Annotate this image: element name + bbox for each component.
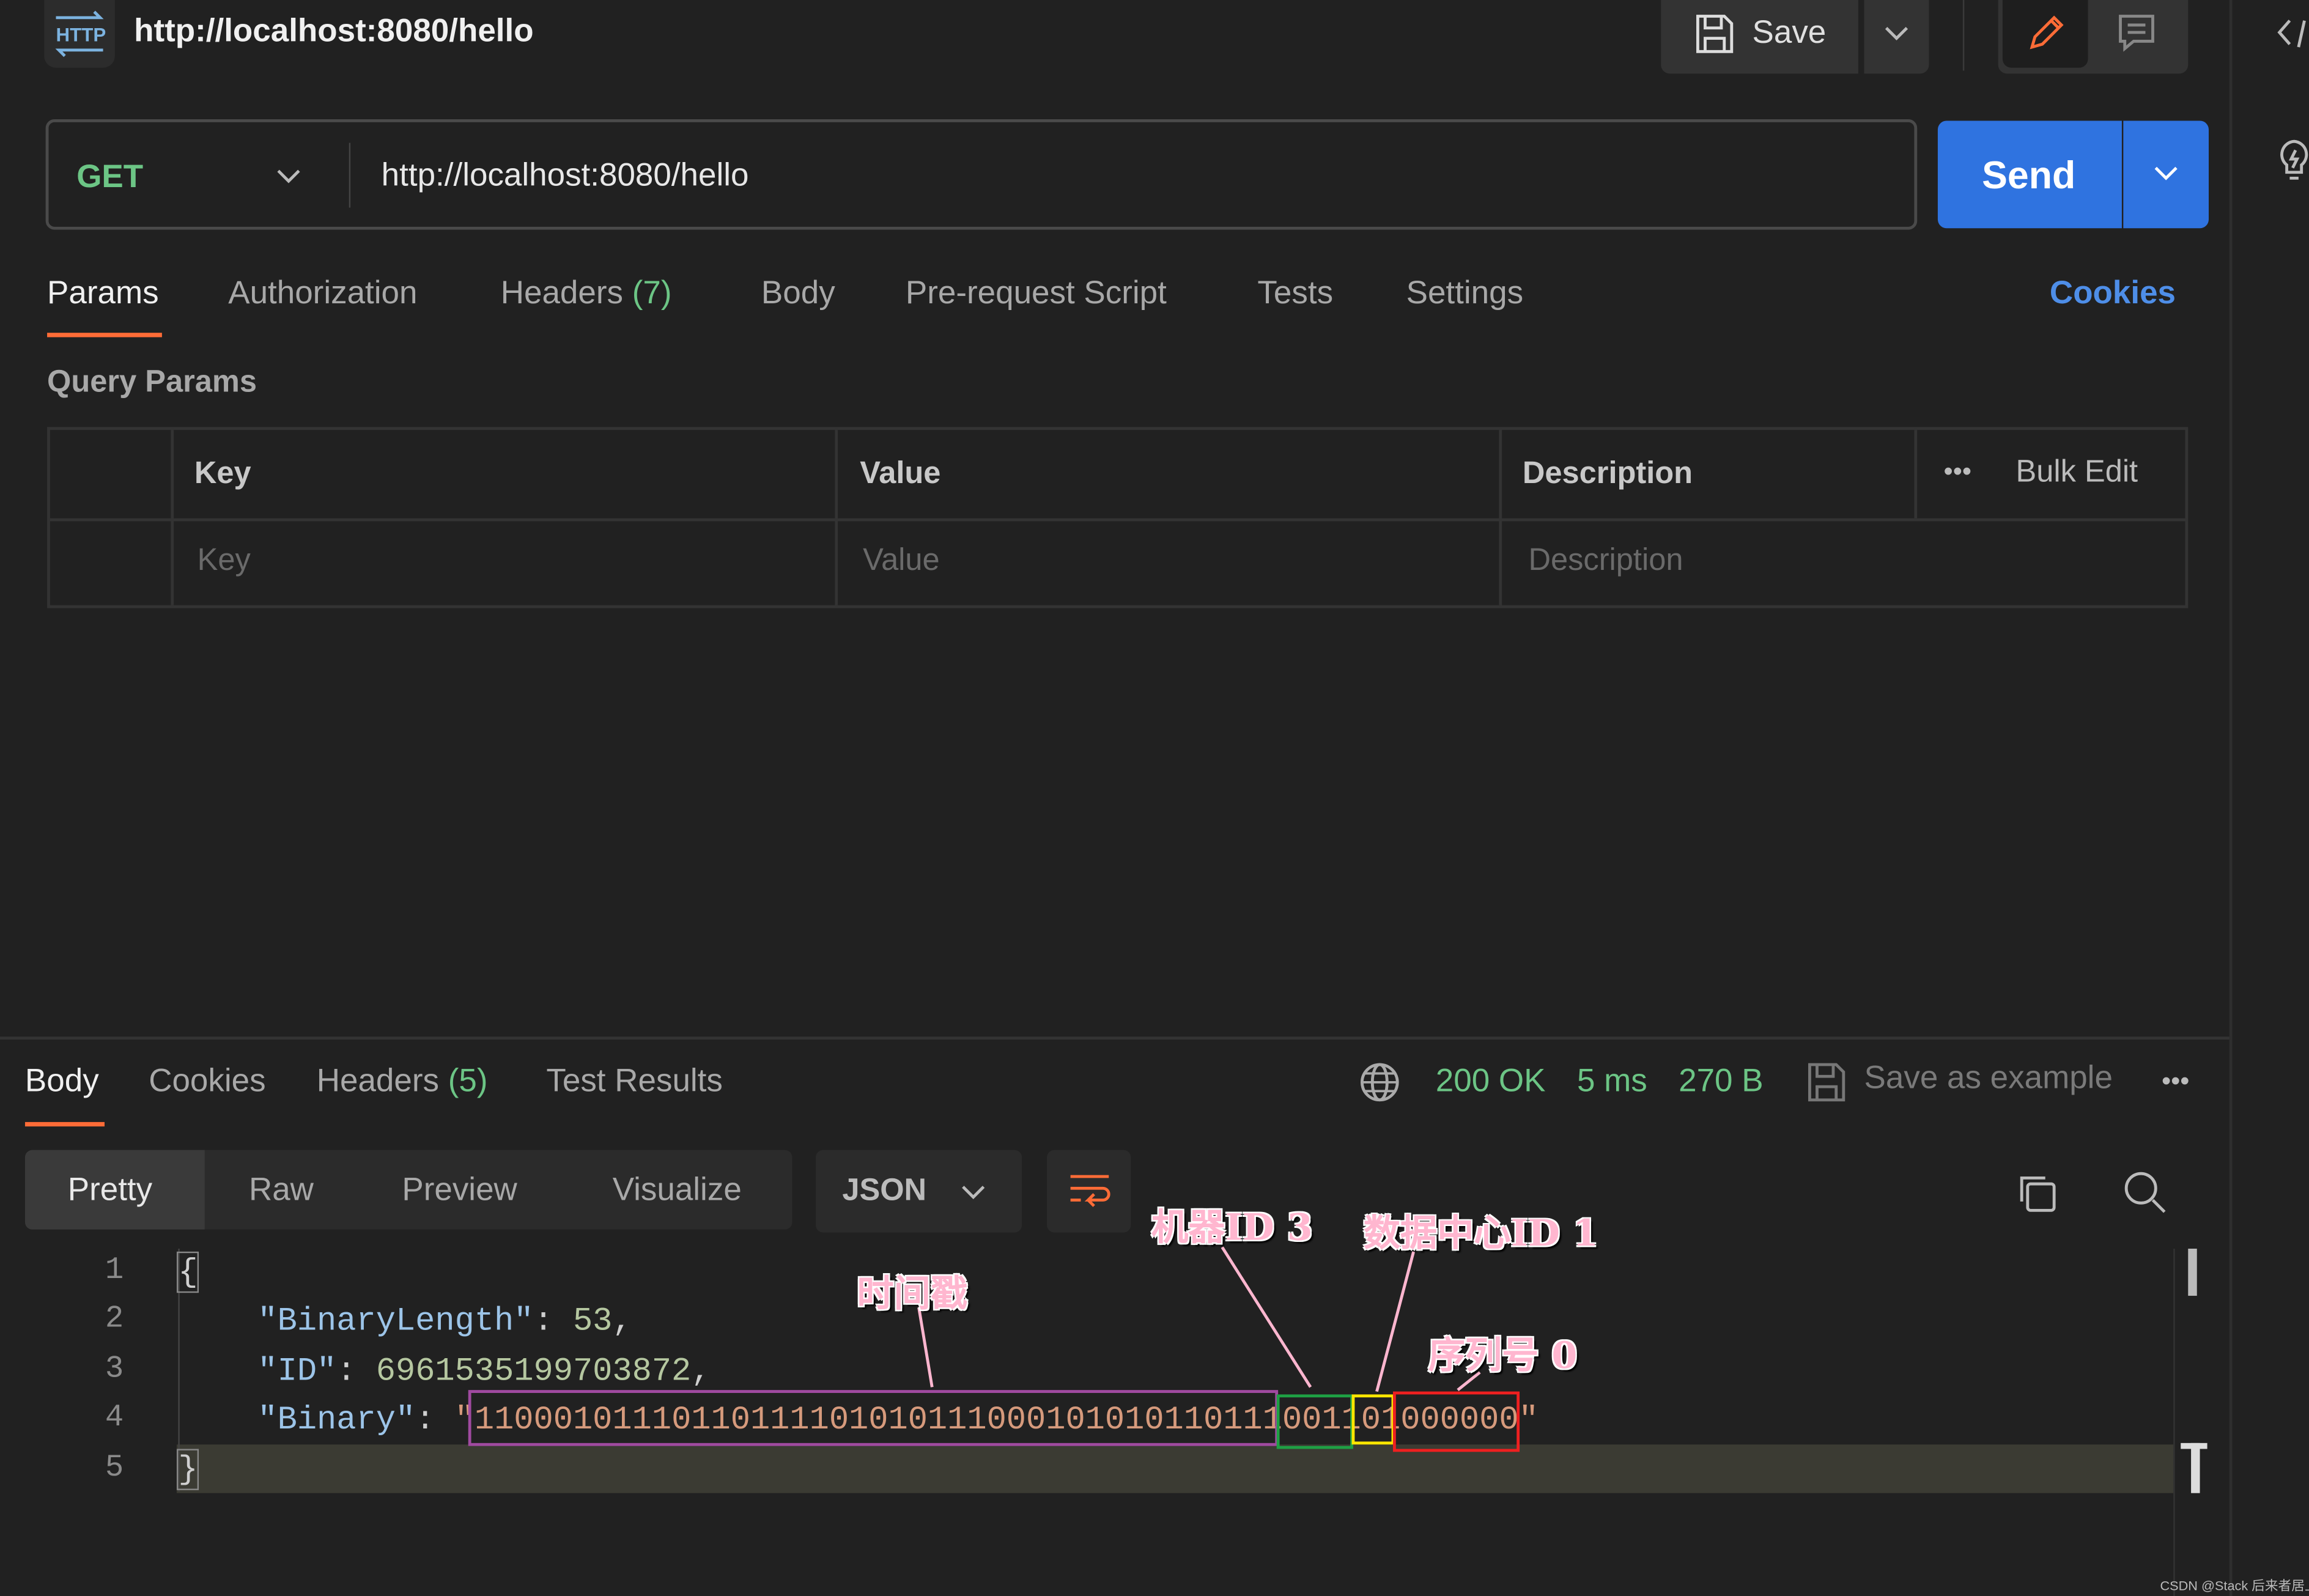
annotation-datacenter-id: 数据中心ID 1 xyxy=(1363,1211,1598,1255)
annotation-lines xyxy=(917,1246,1481,1392)
watermark: CSDN @Stack 后来者居上 xyxy=(2160,1578,2309,1594)
app-window: HTTP http://localhost:8080/hello Save GE… xyxy=(0,0,2309,1596)
annotation-machine-id: 机器ID 3 xyxy=(1151,1206,1313,1249)
annotation-timestamp: 时间戳 xyxy=(857,1272,968,1315)
annotation-sequence: 序列号 0 xyxy=(1428,1334,1578,1377)
